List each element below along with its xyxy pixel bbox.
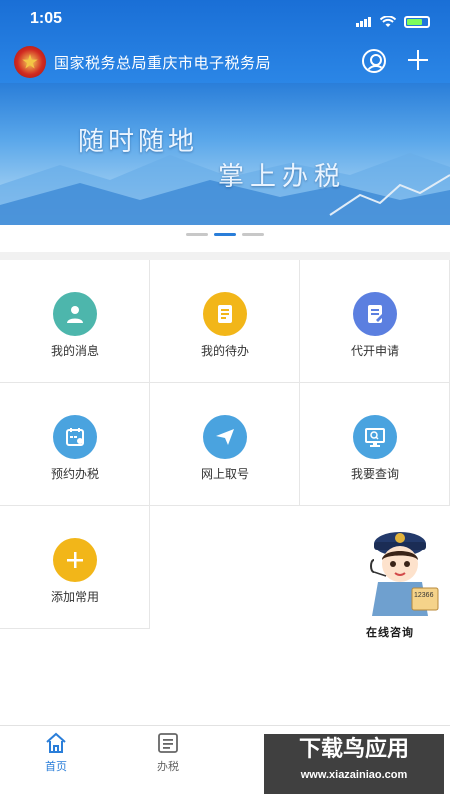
- agent-badge: 12366: [414, 592, 434, 599]
- carousel-indicator: [0, 233, 450, 236]
- grid-item-my-todo[interactable]: 我的待办: [150, 260, 300, 383]
- grid-item-label: 网上取号: [200, 467, 249, 481]
- grid-item-label: 预约办税: [50, 467, 99, 481]
- status-time: 1:05: [30, 10, 63, 27]
- agent-avatar-icon: [370, 532, 439, 616]
- app-title: 国家税务总局重庆市电子税务局: [54, 53, 272, 72]
- plus-icon: [53, 538, 97, 582]
- grid-item-add-common[interactable]: 添加常用: [0, 506, 150, 629]
- paper-plane-icon: [203, 415, 247, 459]
- home-icon: [44, 732, 68, 754]
- user-profile-icon[interactable]: [362, 49, 386, 73]
- banner-slogan-2: 掌上办税: [218, 162, 347, 192]
- section-divider: [0, 252, 450, 260]
- apply-doc-icon: [353, 292, 397, 336]
- grid-item-label: 代开申请: [350, 344, 399, 358]
- banner-slogan-1: 随时随地: [78, 127, 199, 157]
- list-icon: [156, 732, 180, 754]
- app-header: 1:05 国家税务总局重庆市电子税务局: [0, 0, 450, 83]
- battery-icon: [404, 15, 430, 28]
- watermark-url: www.xiazainiao.com: [300, 769, 408, 781]
- watermark-title: 下载鸟应用: [298, 737, 409, 762]
- grid-item-label: 我的消息: [50, 344, 99, 358]
- agent-label: 在线咨询: [366, 626, 414, 639]
- calendar-icon: [53, 415, 97, 459]
- carousel-dot[interactable]: [242, 233, 264, 236]
- tab-label: 首页: [45, 760, 67, 773]
- title-bar: 国家税务总局重庆市电子税务局: [0, 44, 450, 80]
- carousel-dot[interactable]: [186, 233, 208, 236]
- grid-item-invoice-apply[interactable]: 代开申请: [300, 260, 450, 383]
- carousel-dot-active[interactable]: [214, 233, 236, 236]
- add-icon[interactable]: [406, 48, 430, 72]
- tab-home[interactable]: 首页: [0, 732, 112, 774]
- grid-item-label: 我要查询: [350, 467, 399, 481]
- user-message-icon: [53, 292, 97, 336]
- grid-item-reserve-tax[interactable]: 预约办税: [0, 383, 150, 506]
- grid-item-label: 添加常用: [50, 590, 99, 604]
- grid-item-my-messages[interactable]: 我的消息: [0, 260, 150, 383]
- grid-item-query[interactable]: 我要查询: [300, 383, 450, 506]
- tab-label: 办税: [157, 760, 179, 773]
- wifi-icon: [380, 15, 396, 27]
- tab-tax[interactable]: 办税: [112, 732, 224, 774]
- tax-emblem-logo: [14, 46, 46, 78]
- promo-banner[interactable]: 随时随地 掌上办税: [0, 83, 450, 225]
- todo-doc-icon: [203, 292, 247, 336]
- online-consult-button[interactable]: 12366 在线咨询: [362, 520, 442, 640]
- grid-item-online-ticket[interactable]: 网上取号: [150, 383, 300, 506]
- status-indicators: [356, 12, 430, 31]
- watermark-overlay: 下载鸟应用 www.xiazainiao.com: [264, 734, 444, 794]
- signal-icon: [356, 12, 372, 31]
- monitor-search-icon: [353, 415, 397, 459]
- status-bar: 1:05: [0, 0, 450, 40]
- grid-item-label: 我的待办: [200, 344, 249, 358]
